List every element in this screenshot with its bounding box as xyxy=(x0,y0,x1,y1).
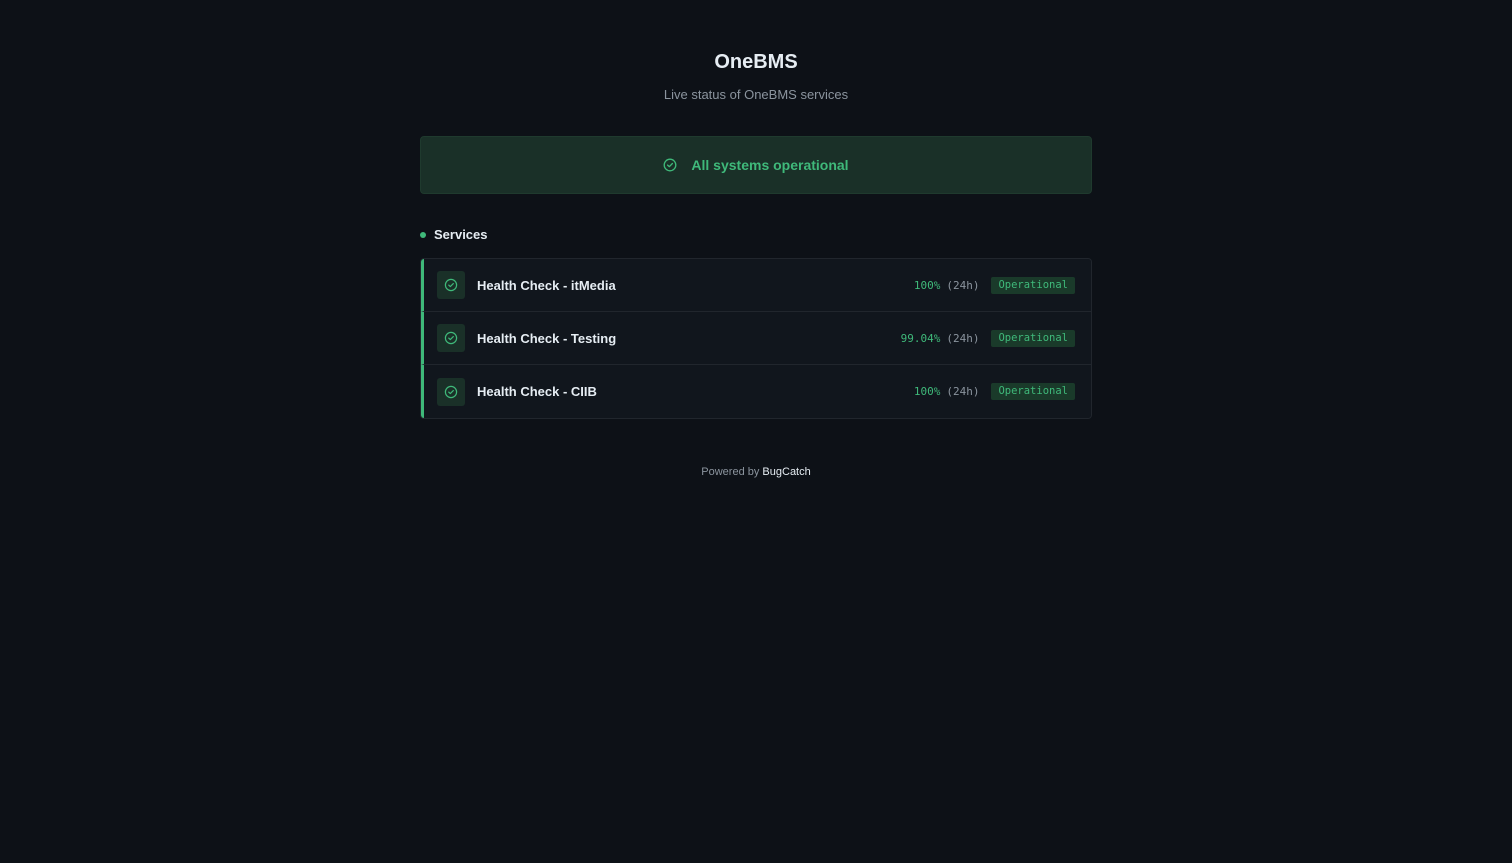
uptime-percentage: 100% xyxy=(913,385,941,398)
status-page: OneBMS Live status of OneBMS services Al… xyxy=(0,0,1512,863)
check-circle-icon xyxy=(437,324,465,352)
bugcatch-link[interactable]: BugCatch xyxy=(762,466,810,478)
service-uptime: 100% (24h) xyxy=(914,385,980,398)
service-row[interactable]: Health Check - Testing 99.04% (24h) Oper… xyxy=(421,312,1091,365)
services-section-header: Services xyxy=(420,227,488,242)
services-section-title: Services xyxy=(434,227,488,242)
check-circle-icon xyxy=(437,271,465,299)
service-name: Health Check - Testing xyxy=(477,330,617,346)
status-badge: Operational xyxy=(991,329,1075,347)
uptime-percentage: 100% xyxy=(913,278,941,292)
page-title: OneBMS xyxy=(714,51,798,73)
services-list: Health Check - itMedia 100% (24h) Operat… xyxy=(420,258,1092,419)
page-subtitle: Live status of OneBMS services xyxy=(663,87,849,102)
status-badge: Operational xyxy=(991,383,1075,400)
check-circle-icon xyxy=(437,377,465,406)
overall-status-text: All systems operational xyxy=(691,157,849,173)
uptime-window: (24h) xyxy=(946,385,980,398)
uptime-window: (24h) xyxy=(946,278,980,292)
status-badge: Operational xyxy=(991,276,1075,294)
service-row[interactable]: Health Check - itMedia 100% (24h) Operat… xyxy=(421,259,1091,312)
check-circle-icon xyxy=(663,158,677,172)
uptime-percentage: 99.04% xyxy=(900,331,941,345)
service-name: Health Check - itMedia xyxy=(477,277,616,293)
page-footer: Powered by BugCatch xyxy=(0,466,1512,478)
status-dot-icon xyxy=(420,231,426,238)
uptime-window: (24h) xyxy=(946,331,980,345)
service-name: Health Check - CIIB xyxy=(477,384,597,399)
page-header: OneBMS Live status of OneBMS services xyxy=(0,48,1512,104)
service-uptime: 100% (24h) xyxy=(914,279,980,292)
footer-prefix: Powered by xyxy=(701,466,760,478)
service-row[interactable]: Health Check - CIIB 100% (24h) Operation… xyxy=(421,365,1091,418)
overall-status-banner: All systems operational xyxy=(420,136,1092,194)
service-uptime: 99.04% (24h) xyxy=(901,332,980,345)
